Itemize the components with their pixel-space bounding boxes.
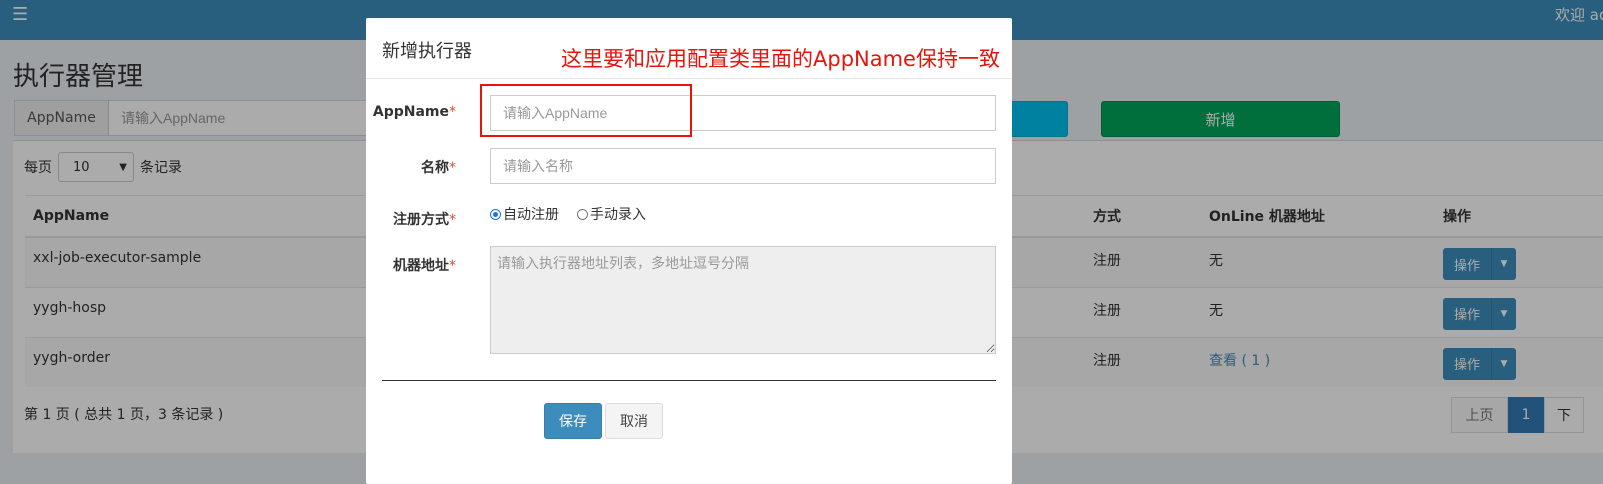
- register-type-label-text: 注册方式: [393, 212, 449, 228]
- address-label-text: 机器地址: [393, 258, 449, 274]
- save-button[interactable]: 保存: [544, 403, 602, 439]
- name-input[interactable]: [490, 148, 996, 184]
- name-field-label: 名称*: [421, 157, 456, 177]
- annotation-note: 这里要和应用配置类里面的AppName保持一致: [561, 47, 1000, 71]
- required-mark: *: [449, 258, 456, 274]
- cancel-button[interactable]: 取消: [605, 403, 663, 439]
- register-type-field-label: 注册方式*: [393, 209, 456, 229]
- modal-title: 新增执行器: [382, 41, 472, 62]
- modal-footer-divider: [382, 380, 996, 381]
- add-executor-modal: 新增执行器 这里要和应用配置类里面的AppName保持一致 AppName* 名…: [366, 18, 1012, 484]
- required-mark: *: [449, 160, 456, 176]
- radio-manual-entry[interactable]: 手动录入: [577, 204, 646, 224]
- required-mark: *: [449, 104, 456, 120]
- radio-auto-register-label: 自动注册: [503, 207, 559, 223]
- required-mark: *: [449, 212, 456, 228]
- address-textarea[interactable]: [490, 246, 996, 354]
- modal-header-divider: [366, 78, 1012, 79]
- register-type-radio-group: 自动注册 手动录入: [490, 204, 664, 224]
- radio-unchecked-icon[interactable]: [577, 208, 588, 220]
- radio-manual-entry-label: 手动录入: [590, 207, 646, 223]
- radio-auto-register[interactable]: 自动注册: [490, 204, 559, 224]
- address-field-label: 机器地址*: [393, 255, 456, 275]
- annotation-highlight-box: [480, 84, 692, 137]
- radio-checked-icon[interactable]: [490, 208, 501, 220]
- name-label-text: 名称: [421, 160, 449, 176]
- appname-field-label: AppName*: [373, 104, 456, 120]
- appname-label-text: AppName: [372, 104, 449, 120]
